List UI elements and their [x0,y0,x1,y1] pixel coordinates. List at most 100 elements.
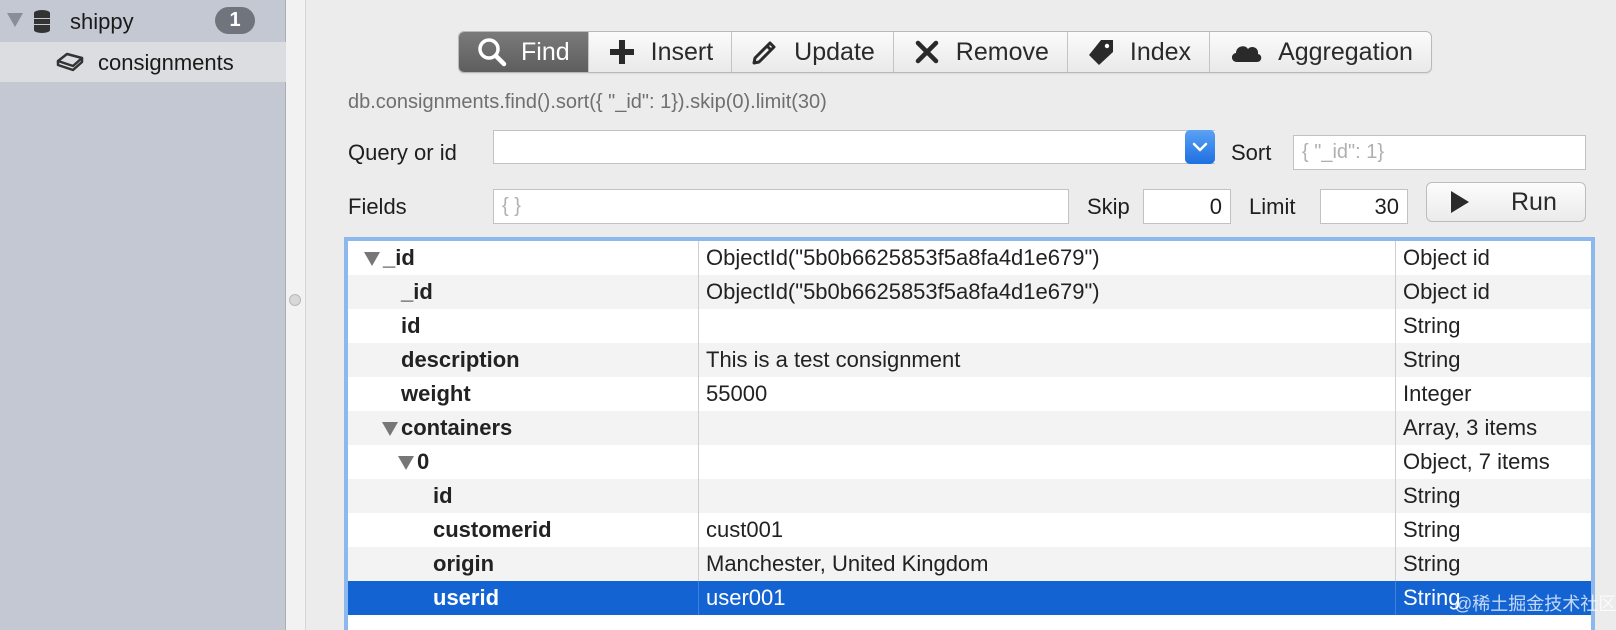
find-button[interactable]: Find [459,32,589,72]
close-icon [915,40,939,64]
aggregation-button-label: Aggregation [1278,37,1413,66]
row-key: customerid [433,517,552,542]
row-key: origin [433,551,495,576]
results-tree-table[interactable]: _id ObjectId("5b0b6625853f5a8fa4d1e679") O… [344,237,1595,630]
row-value: This is a test consignment [699,343,1396,377]
table-row[interactable]: containers Array, 3 items [348,411,1591,445]
remove-button[interactable]: Remove [894,32,1068,72]
row-key: _id [401,279,433,304]
sidebar-collection-consignments[interactable]: consignments [0,42,286,82]
collection-icon [56,52,84,72]
row-key: containers [401,415,513,440]
row-value: Manchester, United Kingdom [699,547,1396,581]
row-value: ObjectId("5b0b6625853f5a8fa4d1e679") [699,275,1396,309]
row-key-cell: userid [348,581,699,615]
table-row[interactable]: weight 55000 Integer [348,377,1591,411]
row-type: String [1403,313,1461,338]
row-key: userid [433,585,500,610]
table-row[interactable]: origin Manchester, United Kingdom String [348,547,1591,581]
query-command-preview: db.consignments.find().sort({ "_id": 1})… [348,91,827,113]
limit-label: Limit [1249,194,1296,219]
tag-icon [1088,40,1113,65]
row-type: Object id [1403,279,1490,304]
query-label: Query or id [348,140,457,165]
table-row[interactable]: 0 Object, 7 items [348,445,1591,479]
skip-input[interactable]: 0 [1143,189,1231,224]
row-type: String [1403,551,1461,576]
insert-button-label: Insert [650,37,714,66]
disclosure-triangle-icon[interactable] [7,13,23,27]
row-key-cell: containers [348,411,699,445]
search-icon [478,38,507,67]
disclosure-triangle-icon[interactable] [398,456,414,470]
row-key-cell: id [348,479,699,513]
table-row[interactable]: id String [348,479,1591,513]
row-value [699,309,1396,343]
row-key-cell: origin [348,547,699,581]
index-button[interactable]: Index [1068,32,1211,72]
row-key: id [433,483,453,508]
row-key-cell: _id [348,241,699,275]
run-button[interactable]: Run [1426,182,1586,222]
table-row[interactable]: description This is a test consignment Str… [348,343,1591,377]
sort-input[interactable]: { "_id": 1} [1293,135,1586,170]
pencil-icon [752,41,776,65]
database-icon [34,10,50,33]
fields-label: Fields [348,194,407,219]
table-row[interactable]: userid user001 String [348,581,1591,615]
remove-button-label: Remove [955,37,1049,66]
disclosure-triangle-icon[interactable] [364,252,380,266]
sort-label: Sort [1231,140,1272,165]
row-key-cell: _id [348,275,699,309]
index-button-label: Index [1129,37,1192,66]
row-key: _id [383,245,415,270]
row-key-cell: id [348,309,699,343]
find-button-label: Find [521,37,570,66]
sidebar-database-shippy[interactable]: shippy 1 [0,0,286,41]
row-type: String [1403,517,1461,542]
row-type: Object, 7 items [1403,449,1550,474]
collection-name: consignments [98,50,234,75]
sidebar-splitter[interactable] [286,0,306,630]
run-button-label: Run [1511,187,1557,216]
row-key: id [401,313,421,338]
cloud-icon [1232,46,1262,62]
row-value: user001 [699,581,1396,615]
row-value [699,479,1396,513]
row-key-cell: description [348,343,699,377]
database-name: shippy [70,9,134,34]
sidebar: shippy 1 consignments [0,0,286,630]
table-row[interactable]: _id ObjectId("5b0b6625853f5a8fa4d1e679") O… [348,241,1591,275]
row-value: ObjectId("5b0b6625853f5a8fa4d1e679") [699,241,1396,275]
row-key: 0 [417,449,430,474]
row-type: Object id [1403,245,1490,270]
row-key-cell: customerid [348,513,699,547]
row-type: String [1403,483,1461,508]
query-input[interactable] [493,130,1215,164]
results-rows: _id ObjectId("5b0b6625853f5a8fa4d1e679") O… [348,241,1591,615]
table-row[interactable]: customerid cust001 String [348,513,1591,547]
row-key: description [401,347,520,372]
operation-toolbar: Find Insert Update Remove Index Aggregat… [458,31,1432,73]
fields-input[interactable]: { } [493,189,1069,224]
update-button[interactable]: Update [732,32,894,72]
splitter-handle-icon[interactable] [289,294,301,306]
row-value [699,411,1396,445]
query-history-dropdown[interactable] [1185,130,1215,164]
row-type: Integer [1403,381,1472,406]
row-key: weight [401,381,471,406]
insert-button[interactable]: Insert [589,32,733,72]
play-icon [1451,191,1469,213]
row-key-cell: weight [348,377,699,411]
disclosure-triangle-icon[interactable] [382,422,398,436]
limit-input[interactable]: 30 [1320,189,1408,224]
row-key-cell: 0 [348,445,699,479]
row-value [699,445,1396,479]
plus-icon [609,40,634,64]
table-row[interactable]: _id ObjectId("5b0b6625853f5a8fa4d1e679") O… [348,275,1591,309]
table-row[interactable]: id String [348,309,1591,343]
collection-count-badge: 1 [215,7,255,34]
watermark: @稀土掘金技术社区 [1454,594,1616,614]
aggregation-button[interactable]: Aggregation [1210,32,1431,72]
update-button-label: Update [794,37,875,66]
